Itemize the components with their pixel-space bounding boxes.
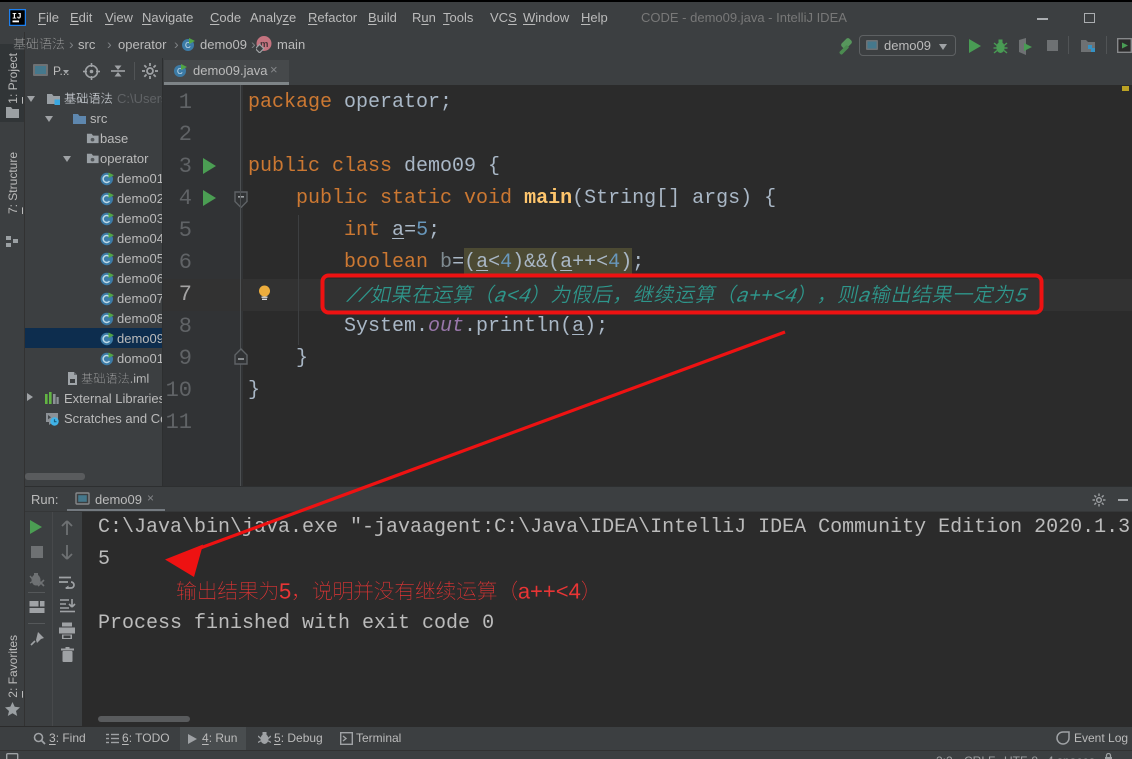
svg-text:IJ: IJ	[12, 13, 22, 22]
